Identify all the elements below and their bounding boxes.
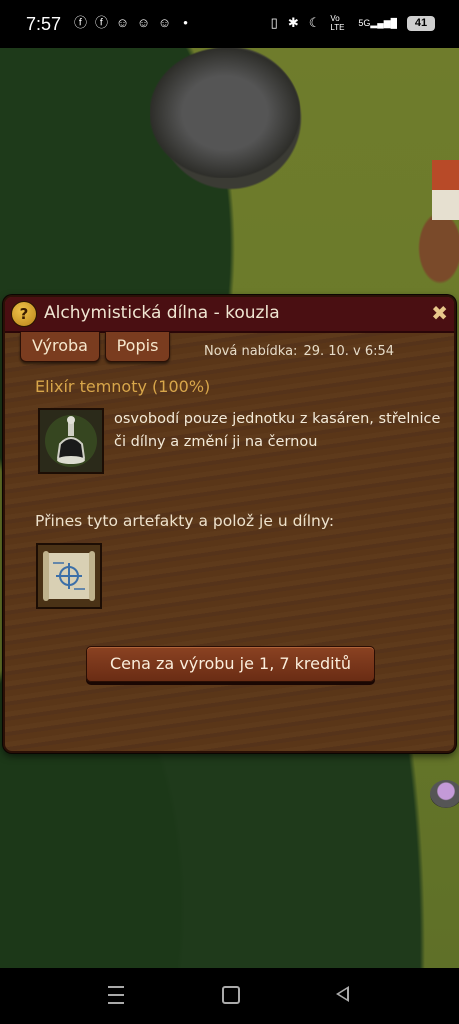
facebook-icon: ⓕ <box>73 15 87 30</box>
potion-bottle-icon <box>40 410 102 472</box>
vibrate-icon: ▯ <box>270 15 278 30</box>
snapchat-icon: ☺ <box>157 15 172 30</box>
dot-icon: • <box>183 15 188 30</box>
signal-label: 5G <box>358 17 371 28</box>
offer-label: Nová nabídka: <box>204 344 298 359</box>
rock-formation <box>150 48 300 178</box>
cauldron-building[interactable] <box>430 780 459 808</box>
bluetooth-icon: ✱ <box>287 15 299 30</box>
moon-icon: ☾ <box>308 15 321 30</box>
facebook-icon: ⓕ <box>94 15 108 30</box>
dialog-title: Alchymistická dílna - kouzla <box>44 303 280 323</box>
close-icon[interactable]: ✖ <box>431 301 448 325</box>
battery-icon: 41 <box>407 15 435 31</box>
item-title: Elixír temnoty (100%) <box>35 377 211 396</box>
new-offer-info: Nová nabídka: 29. 10. v 6:54 <box>204 344 394 359</box>
scroll-icon <box>38 545 100 607</box>
menu-icon <box>108 986 124 1004</box>
item-description: osvobodí pouze jednotku z kasáren, střel… <box>114 411 441 450</box>
price-button[interactable]: Cena za výrobu je 1, 7 kreditů <box>86 646 375 682</box>
dialog-titlebar: ? Alchymistická dílna - kouzla ✖ <box>5 297 454 333</box>
system-icons: ▯ ✱ ☾ Vo LTE 5G▂▄▆█ 41 <box>271 14 435 32</box>
back-icon <box>336 986 349 1002</box>
offer-value: 29. 10. v 6:54 <box>303 344 395 359</box>
snapchat-icon: ☺ <box>136 15 151 30</box>
snapchat-icon: ☺ <box>115 15 130 30</box>
back-button[interactable] <box>336 986 349 1002</box>
home-icon <box>222 986 240 1004</box>
artifact-scroll-icon <box>36 543 102 609</box>
navigation-bar <box>0 968 459 1024</box>
tab-popis[interactable]: Popis <box>105 332 170 362</box>
status-bar: 7:57 ⓕ ⓕ ☺ ☺ ☺ • ▯ ✱ ☾ Vo LTE 5G▂▄▆█ 41 <box>0 0 459 48</box>
status-time: 7:57 <box>26 14 62 34</box>
workshop-dialog: ? Alchymistická dílna - kouzla ✖ Výroba … <box>3 295 456 753</box>
help-icon[interactable]: ? <box>11 301 37 327</box>
building-hut[interactable] <box>432 160 459 220</box>
5g-signal-icon: 5G▂▄▆█ <box>358 17 397 28</box>
artifacts-label: Přines tyto artefakty a polož je u dílny… <box>35 512 335 530</box>
recent-apps-button[interactable] <box>108 986 124 1004</box>
tab-vyroba[interactable]: Výroba <box>20 332 100 362</box>
notification-icons: ⓕ ⓕ ☺ ☺ ☺ • <box>73 15 193 30</box>
volte-icon: Vo LTE <box>330 14 345 32</box>
home-button[interactable] <box>222 986 240 1004</box>
elixir-icon <box>38 408 104 474</box>
